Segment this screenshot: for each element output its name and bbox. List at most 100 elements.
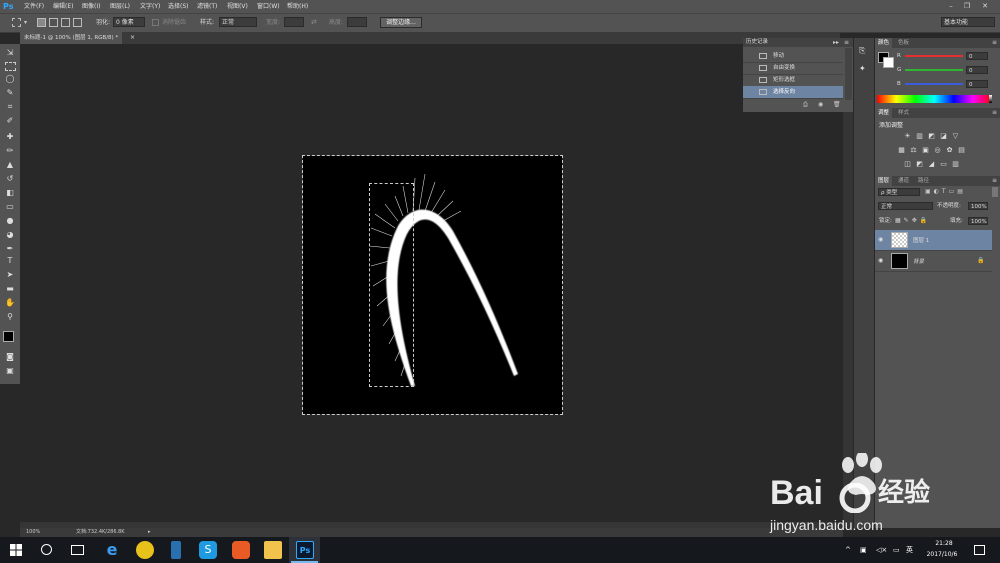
history-scrollbar[interactable] [845,48,852,100]
antialias-checkbox[interactable] [152,19,159,26]
adjustment-icon[interactable]: ▭ [939,160,948,169]
presentation-icon[interactable] [232,541,250,559]
menu-item[interactable]: 帮助(H) [287,0,308,13]
rectangle-tool-icon[interactable]: ▬ [4,284,16,294]
menu-item[interactable]: 窗口(W) [257,0,280,13]
menu-item[interactable]: 图层(L) [110,0,130,13]
menu-item[interactable]: 文件(F) [24,0,44,13]
history-item[interactable]: 选择反向 [743,86,843,99]
edge-icon[interactable]: e [103,541,121,559]
minimize-button[interactable]: – [944,0,958,13]
subtract-selection-icon[interactable] [61,18,70,27]
type-tool-icon[interactable]: T [4,256,16,266]
blend-mode-select[interactable]: 正常 [878,202,933,210]
trash-icon[interactable]: 🗑 [833,101,841,108]
tab-styles[interactable]: 样式 [895,108,912,118]
new-selection-icon[interactable] [37,18,46,27]
menu-item[interactable]: 选择(S) [168,0,189,13]
snapshot-icon[interactable]: ⎙ [803,101,808,109]
layer-filter-icons[interactable]: ▣◐T▭▤ [925,188,990,196]
channel-value-input[interactable]: 0 [966,66,988,74]
history-icon[interactable]: ⎘ [859,46,869,56]
width-input[interactable] [284,17,304,27]
eye-icon[interactable]: ◉ [878,236,883,243]
refine-edge-button[interactable]: 调整边缘... [380,17,422,28]
layer-filter-select[interactable]: ρ 类型 [878,188,920,196]
adjustment-icon[interactable]: ✿ [945,146,954,155]
browser-icon[interactable] [136,541,154,559]
app-icon[interactable] [171,541,181,559]
screen-mode-icon[interactable]: ▣ [4,366,16,376]
filter-toggle[interactable] [992,187,998,197]
channel-slider[interactable] [905,69,963,71]
adjustment-icon[interactable]: ◢ [927,160,936,169]
adjustment-icon[interactable]: ▤ [957,146,966,155]
skype-icon[interactable]: S [199,541,217,559]
brush-tool-icon[interactable]: ✏ [4,146,16,156]
channel-value-input[interactable]: 0 [966,80,988,88]
channel-value-input[interactable]: 0 [966,52,988,60]
adjustment-icon[interactable]: ▥ [915,132,924,141]
layer-row[interactable]: ◉ 图层 1 [875,230,992,251]
dodge-tool-icon[interactable]: ◕ [4,230,16,240]
add-selection-icon[interactable] [49,18,58,27]
hand-tool-icon[interactable]: ✋ [4,298,16,308]
windows-start-icon[interactable] [10,544,22,556]
channel-slider[interactable] [905,83,963,85]
stamp-tool-icon[interactable]: ▲ [4,160,16,170]
path-select-tool-icon[interactable]: ➤ [4,270,16,280]
workspace-select[interactable]: 基本功能 [941,17,995,27]
eraser-tool-icon[interactable]: ◧ [4,188,16,198]
adjustment-icon[interactable]: ▦ [897,146,906,155]
photoshop-taskbar-icon[interactable]: Ps [296,541,314,559]
crop-tool-icon[interactable]: ⌗ [4,102,16,112]
adjustment-icon[interactable]: ◎ [933,146,942,155]
task-view-icon[interactable] [71,545,84,555]
camera-icon[interactable]: ◉ [818,101,823,108]
pen-tool-icon[interactable]: ✒ [4,244,16,254]
panel-menu-icon[interactable]: ≡ [992,38,997,48]
panel-menu-icon[interactable]: ≡ [992,176,997,186]
adjustment-icon[interactable]: ◫ [903,160,912,169]
zoom-level[interactable]: 100% [26,528,40,537]
eyedropper-tool-icon[interactable]: ✐ [4,116,16,126]
tab-channels[interactable]: 通道 [895,176,912,186]
quick-mask-icon[interactable]: ◙ [4,352,16,362]
file-explorer-icon[interactable] [264,541,282,559]
menu-item[interactable]: 滤镜(T) [197,0,217,13]
document-tab[interactable]: 未标题-1 @ 100% (图层 1, RGB/8) * [20,32,123,44]
blur-tool-icon[interactable]: ● [4,216,16,226]
adjustment-icon[interactable]: ◩ [915,160,924,169]
style-select[interactable]: 正常 [219,17,257,27]
eye-icon[interactable]: ◉ [878,257,883,264]
tab-color[interactable]: 颜色 [875,38,893,48]
height-input[interactable] [347,17,367,27]
layer-thumbnail[interactable] [891,253,908,269]
lasso-tool-icon[interactable]: ◯ [4,74,16,84]
healing-tool-icon[interactable]: ✚ [4,132,16,142]
panel-menu-icon[interactable]: ≡ [992,108,997,118]
opacity-input[interactable]: 100% [968,202,988,210]
restore-button[interactable]: ❐ [960,0,974,13]
adjustment-icon[interactable]: ⚖ [909,146,918,155]
layer-name[interactable]: 图层 1 [913,236,929,244]
notification-icon[interactable] [974,545,985,555]
marquee-tool-icon[interactable] [12,18,21,27]
fill-input[interactable]: 100% [968,217,988,225]
zoom-tool-icon[interactable]: ⚲ [4,312,16,322]
tab-adjustments[interactable]: 调整 [875,108,893,118]
tab-layers[interactable]: 图层 [875,176,893,186]
adjustment-icon[interactable]: ☀ [903,132,912,141]
adjustment-icon[interactable]: ▽ [951,132,960,141]
close-tab-icon[interactable]: × [130,32,135,44]
lock-icons[interactable]: ▦✎✥🔒 [895,217,930,225]
feather-input[interactable]: 0 像素 [113,17,145,27]
cortana-icon[interactable] [41,544,52,555]
chevron-down-icon[interactable]: ▾ [24,19,27,26]
bw-ramp[interactable] [989,95,992,103]
status-arrow-icon[interactable]: ▸ [148,528,151,537]
swap-icon[interactable]: ⇄ [311,18,317,26]
menu-item[interactable]: 编辑(E) [53,0,73,13]
history-brush-tool-icon[interactable]: ↺ [4,174,16,184]
menu-item[interactable]: 视图(V) [227,0,248,13]
